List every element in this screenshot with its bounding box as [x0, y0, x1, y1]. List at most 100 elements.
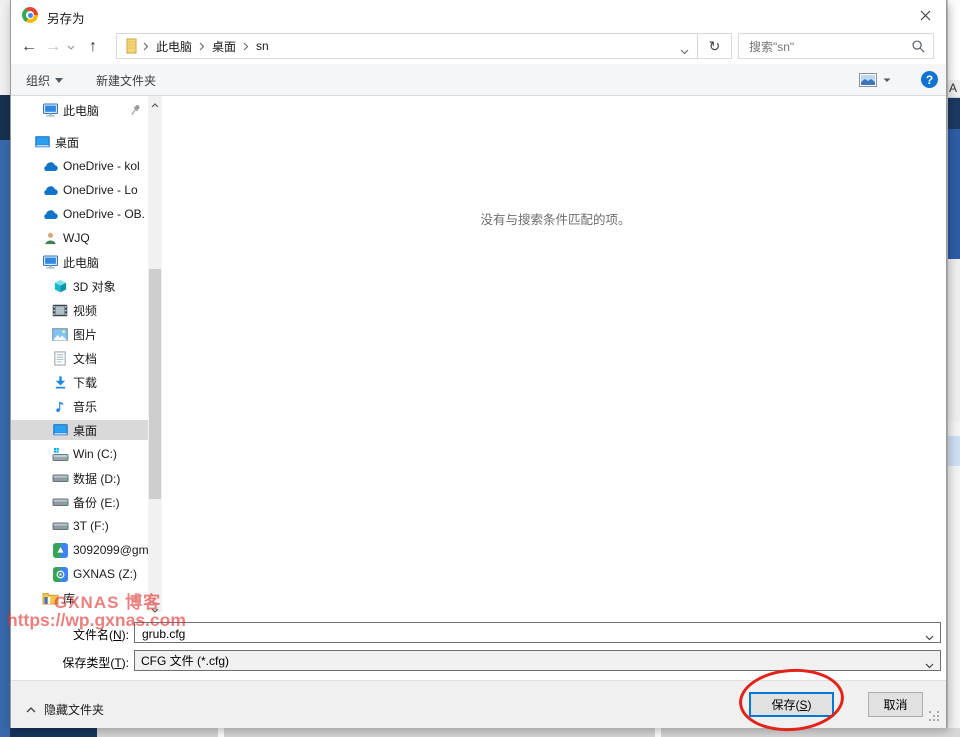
- tree-item-label: OneDrive - Lo: [63, 183, 138, 197]
- drive-icon: [51, 494, 69, 510]
- chevron-down-icon: [55, 78, 63, 83]
- onedrive-icon: [41, 206, 59, 222]
- music-icon: [51, 398, 69, 414]
- tree-item-label: 3T (F:): [73, 519, 109, 533]
- tree-item-label: 桌面: [55, 134, 79, 151]
- desktop-icon: [51, 422, 69, 438]
- this-pc-icon: [41, 102, 59, 118]
- tree-item[interactable]: 桌面: [11, 132, 148, 152]
- tree-item[interactable]: GXNAS (Z:): [11, 564, 148, 584]
- breadcrumb-item[interactable]: 此电脑: [150, 38, 198, 55]
- onedrive-icon: [41, 182, 59, 198]
- tree-item-label: OneDrive - OB.: [63, 207, 145, 221]
- history-dropdown[interactable]: [67, 30, 75, 64]
- hide-folders-button[interactable]: 隐藏文件夹: [26, 701, 104, 718]
- tree-item[interactable]: 此电脑: [11, 100, 148, 120]
- help-button[interactable]: ?: [921, 71, 938, 88]
- new-folder-button[interactable]: 新建文件夹: [96, 64, 156, 96]
- sidebar-scrollbar[interactable]: [148, 96, 162, 612]
- tree-item[interactable]: 库: [11, 588, 148, 608]
- chevron-up-icon: [26, 707, 36, 713]
- tree-item[interactable]: 3T (F:): [11, 516, 148, 536]
- thumbnail-view-icon: [859, 73, 877, 87]
- tree-item-label: 备份 (E:): [73, 494, 120, 511]
- tree-item-label: 图片: [73, 326, 97, 343]
- back-button[interactable]: ←: [21, 30, 37, 64]
- dialog-title: 另存为: [47, 8, 85, 27]
- refresh-button[interactable]: ↻: [697, 33, 732, 59]
- tree-item[interactable]: 数据 (D:): [11, 468, 148, 488]
- tree-item-label: 文档: [73, 350, 97, 367]
- scrollbar-thumb[interactable]: [149, 269, 161, 499]
- search-box[interactable]: [738, 33, 934, 59]
- tree-item-label: 此电脑: [63, 102, 99, 119]
- tree-item[interactable]: 桌面: [11, 420, 148, 440]
- tree-item[interactable]: WJQ: [11, 228, 148, 248]
- up-button[interactable]: ↑: [89, 30, 97, 64]
- search-icon: [911, 39, 926, 57]
- search-input[interactable]: [747, 35, 911, 59]
- organize-button[interactable]: 组织: [26, 64, 63, 96]
- tree-item-label: 3092099@gm: [73, 543, 148, 557]
- onedrive-icon: [41, 158, 59, 174]
- forward-button[interactable]: →: [45, 30, 61, 64]
- tree-item[interactable]: Win (C:): [11, 444, 148, 464]
- filename-input[interactable]: [140, 624, 914, 643]
- savetype-value: CFG 文件 (*.cfg): [141, 652, 229, 669]
- breadcrumb-item[interactable]: 桌面: [206, 38, 242, 55]
- tree-item[interactable]: 图片: [11, 324, 148, 344]
- tree-item-label: 数据 (D:): [73, 470, 120, 487]
- breadcrumb: 此电脑桌面 sn: [142, 38, 275, 55]
- chevron-down-icon: [925, 658, 934, 672]
- background-divider: [655, 728, 661, 737]
- tree-item[interactable]: OneDrive - Lo: [11, 180, 148, 200]
- scroll-up-icon[interactable]: [151, 97, 159, 111]
- tree-item[interactable]: 音乐: [11, 396, 148, 416]
- pin-icon: [129, 103, 142, 119]
- view-options-button[interactable]: [859, 73, 891, 87]
- tree-item[interactable]: 3092099@gm: [11, 540, 148, 560]
- tree-item[interactable]: OneDrive - OB.: [11, 204, 148, 224]
- save-as-dialog: 另存为 ← → ↑ 此电脑桌面sn: [10, 0, 947, 728]
- desktop-icon: [33, 134, 51, 150]
- address-bar[interactable]: 此电脑桌面 sn: [116, 33, 698, 59]
- nas-icon: [51, 566, 69, 582]
- drive-icon: [51, 470, 69, 486]
- resize-grip[interactable]: [929, 711, 941, 723]
- background-divider: [218, 728, 224, 737]
- filename-field[interactable]: [134, 622, 941, 643]
- empty-results-message: 没有与搜索条件匹配的项。: [163, 209, 948, 228]
- tree-item-label: 桌面: [73, 422, 97, 439]
- tree-item[interactable]: 备份 (E:): [11, 492, 148, 512]
- tree-item-label: 此电脑: [63, 254, 99, 271]
- tree-item[interactable]: 3D 对象: [11, 276, 148, 296]
- folder-icon: [125, 38, 138, 54]
- content-area: 此电脑桌面OneDrive - kolOneDrive - LoOneDrive…: [11, 96, 946, 612]
- tree-item[interactable]: 视频: [11, 300, 148, 320]
- close-button[interactable]: [904, 0, 946, 30]
- background-bottom-bar: [97, 728, 960, 737]
- video-icon: [51, 302, 69, 318]
- tree-item[interactable]: 此电脑: [11, 252, 148, 272]
- scroll-down-icon[interactable]: [151, 602, 159, 616]
- hide-folders-label: 隐藏文件夹: [44, 701, 104, 718]
- cancel-button[interactable]: 取消: [868, 692, 923, 717]
- savetype-dropdown[interactable]: CFG 文件 (*.cfg): [134, 650, 941, 671]
- gdrive-icon: [51, 542, 69, 558]
- drive-win-icon: [51, 446, 69, 462]
- chevron-right-icon: [199, 42, 205, 51]
- tree-item-label: Win (C:): [73, 447, 117, 461]
- user-icon: [41, 230, 59, 246]
- filename-label: 文件名(N):: [11, 626, 129, 643]
- tree-item[interactable]: OneDrive - kol: [11, 156, 148, 176]
- refresh-icon: ↻: [709, 38, 721, 55]
- chevron-down-icon[interactable]: [925, 630, 934, 644]
- navigation-bar: ← → ↑ 此电脑桌面 sn ↻: [11, 30, 946, 64]
- tree-item-label: WJQ: [63, 231, 90, 245]
- background-bottom-navy: [10, 728, 97, 737]
- new-folder-label: 新建文件夹: [96, 72, 156, 89]
- breadcrumb-item[interactable]: sn: [250, 39, 275, 53]
- address-dropdown[interactable]: [680, 44, 689, 58]
- tree-item[interactable]: 下载: [11, 372, 148, 392]
- tree-item[interactable]: 文档: [11, 348, 148, 368]
